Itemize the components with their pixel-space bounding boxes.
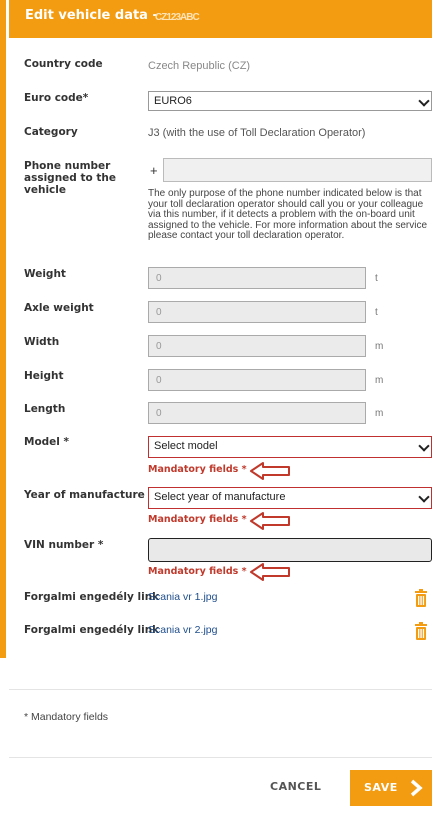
footer-divider-top [9,689,432,690]
model-label: Model * [24,436,70,448]
model-error: Mandatory fields * [148,464,247,475]
length-label: Length [24,403,66,415]
vin-input[interactable] [148,538,432,562]
year-error: Mandatory fields * [148,514,247,525]
axle-weight-unit: t [375,307,378,318]
file-link-1[interactable]: Scania vr 1.jpg [148,591,217,603]
weight-label: Weight [24,268,66,280]
model-select[interactable]: Select model [148,436,432,458]
chevron-down-icon [418,440,430,452]
euro-code-value: EURO6 [154,95,192,107]
modal-header: Edit vehicle data - CZ123ABC [9,0,432,38]
mandatory-footnote: * Mandatory fields [24,711,109,723]
link-label-2: Forgalmi engedély link [24,624,160,636]
height-label: Height [24,370,64,382]
width-input[interactable]: 0 [148,335,366,357]
plate-number-obscured: CZ123ABC [155,12,200,23]
vin-error: Mandatory fields * [148,566,247,577]
save-button-label: SAVE [364,781,398,794]
height-unit: m [375,375,384,386]
modal-left-accent [0,0,6,658]
axle-weight-input[interactable]: 0 [148,301,366,323]
year-select-value: Select year of manufacture [154,491,286,503]
footer-divider-bottom [9,757,432,758]
link-label-1: Forgalmi engedély link [24,591,160,603]
left-arrow-outline-icon [250,512,290,530]
trash-icon[interactable] [414,589,428,607]
length-input[interactable]: 0 [148,402,366,424]
phone-prefix: + [150,163,158,178]
width-unit: m [375,341,384,352]
model-select-value: Select model [154,440,218,452]
category-value: J3 (with the use of Toll Declaration Ope… [148,127,366,139]
chevron-down-icon [418,491,430,503]
year-select[interactable]: Select year of manufacture [148,487,432,509]
chevron-right-icon [410,779,423,797]
vin-label: VIN number * [24,539,104,551]
axle-weight-label: Axle weight [24,302,94,314]
weight-unit: t [375,273,378,284]
cancel-button[interactable]: CANCEL [270,780,321,793]
chevron-down-icon [418,95,430,107]
phone-info-text: The only purpose of the phone number ind… [148,188,428,241]
height-input[interactable]: 0 [148,369,366,391]
width-label: Width [24,336,60,348]
left-arrow-outline-icon [250,462,290,480]
phone-label: Phone number assigned to the vehicle [24,160,116,196]
trash-icon[interactable] [414,622,428,640]
save-button[interactable]: SAVE [350,770,432,806]
weight-input[interactable]: 0 [148,267,366,289]
length-unit: m [375,408,384,419]
euro-code-select[interactable]: EURO6 [148,91,432,111]
year-label: Year of manufacture * [24,489,154,501]
category-label: Category [24,126,78,138]
modal-title: Edit vehicle data - [25,8,158,23]
left-arrow-outline-icon [250,563,290,581]
country-code-value: Czech Republic (CZ) [148,60,251,72]
file-link-2[interactable]: Scania vr 2.jpg [148,624,217,636]
country-code-label: Country code [24,58,103,70]
euro-code-label: Euro code* [24,92,89,104]
phone-input[interactable] [163,158,432,182]
